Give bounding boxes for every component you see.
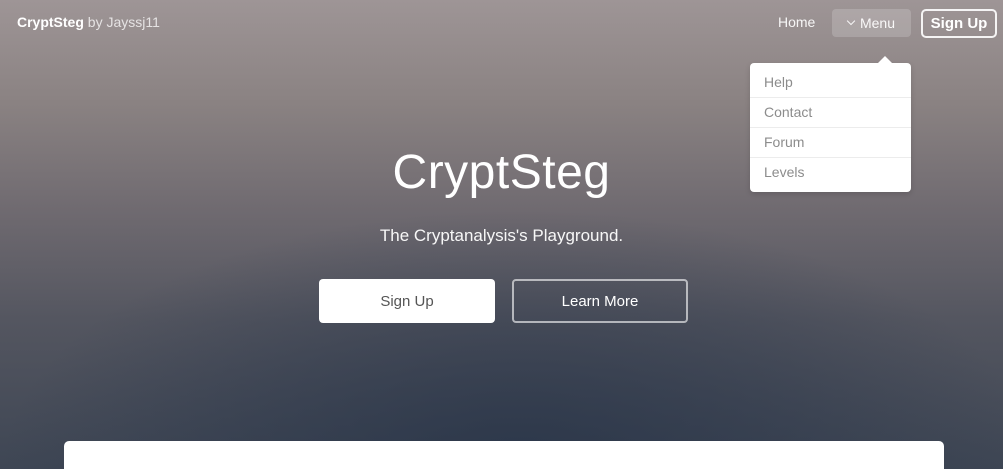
- hero-title: CryptSteg: [392, 146, 611, 199]
- header-signup-button[interactable]: Sign Up: [921, 9, 997, 38]
- brand-name: CryptSteg: [17, 14, 84, 30]
- menu-item-help[interactable]: Help: [750, 68, 911, 97]
- menu-label: Menu: [859, 15, 896, 31]
- brand-author: by Jayssj11: [83, 14, 160, 30]
- chevron-down-icon: [846, 16, 856, 26]
- hero-subtitle: The Cryptanalysis's Playground.: [379, 226, 624, 245]
- nav-home-link[interactable]: Home: [778, 14, 815, 30]
- brand[interactable]: CryptSteg by Jayssj11: [17, 14, 160, 30]
- learn-more-button[interactable]: Learn More: [512, 279, 688, 323]
- dropdown-pointer: [878, 56, 892, 63]
- content-panel: [64, 441, 944, 469]
- menu-item-contact[interactable]: Contact: [750, 97, 911, 127]
- hero-signup-button[interactable]: Sign Up: [319, 279, 495, 323]
- menu-button[interactable]: Menu: [832, 9, 911, 37]
